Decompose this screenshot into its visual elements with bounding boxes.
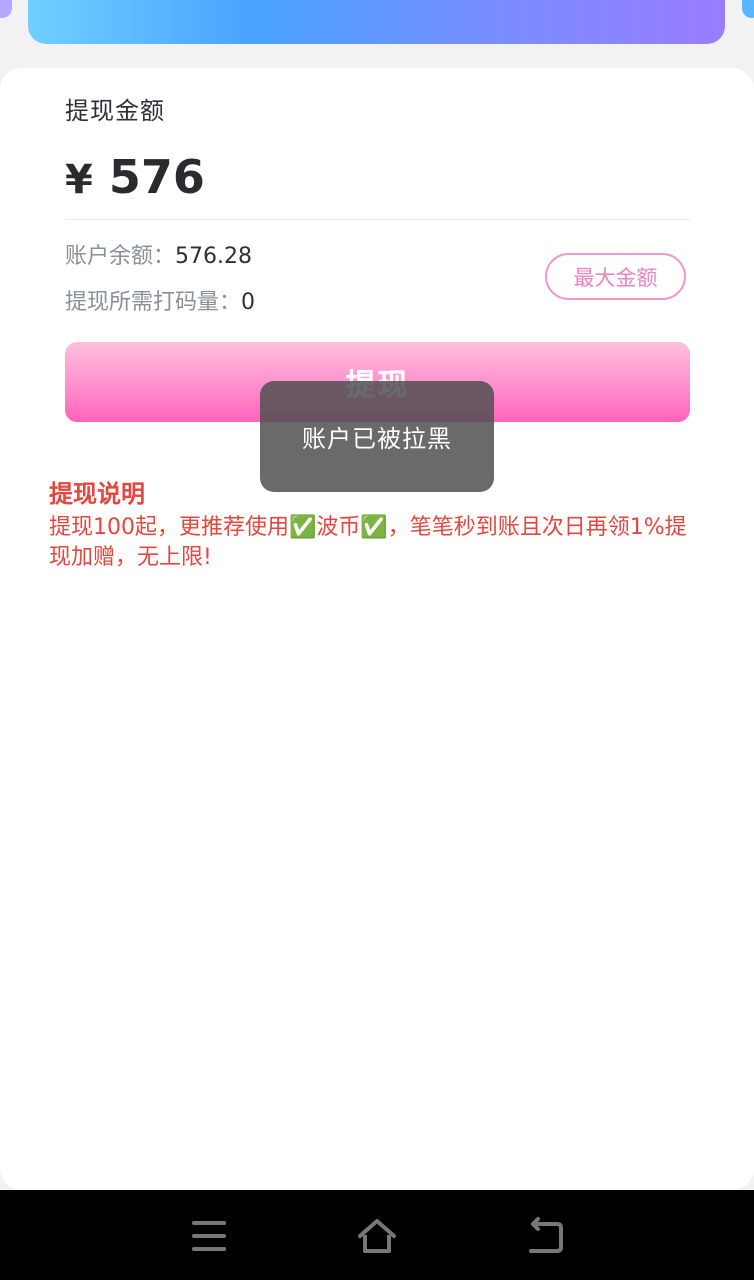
left-card-edge xyxy=(0,0,12,18)
top-banner xyxy=(28,0,725,44)
balance-value: 576.28 xyxy=(175,244,252,269)
withdraw-card xyxy=(0,68,754,1190)
withdraw-notes-body: 提现100起，更推荐使用✅波币✅，笔笔秒到账且次日再领1%提现加赠，无上限! xyxy=(49,515,687,570)
withdraw-notes-title: 提现说明 xyxy=(49,480,145,508)
amount-label: 提现金额 xyxy=(65,97,165,125)
withdraw-amount-value: 576 xyxy=(108,150,205,204)
right-card-edge xyxy=(742,0,754,18)
wager-info: 提现所需打码量：0 xyxy=(65,284,255,316)
max-amount-button[interactable]: 最大金额 xyxy=(545,253,686,300)
home-icon[interactable] xyxy=(354,1216,400,1256)
wager-value: 0 xyxy=(241,290,256,315)
back-icon[interactable] xyxy=(523,1216,569,1256)
amount-display: ¥ 576 xyxy=(65,150,205,204)
currency-symbol: ¥ xyxy=(65,157,93,203)
balance-label: 账户余额： xyxy=(65,244,176,269)
wager-label: 提现所需打码量： xyxy=(65,290,242,315)
balance-info: 账户余额：576.28 xyxy=(65,238,252,270)
menu-icon[interactable] xyxy=(186,1216,232,1256)
amount-divider xyxy=(65,219,690,220)
blacklist-toast: 账户已被拉黑 xyxy=(260,381,494,492)
withdraw-screen: 提现金额 ¥ 576 账户余额：576.28 提现所需打码量：0 最大金额 提现… xyxy=(0,0,754,1280)
